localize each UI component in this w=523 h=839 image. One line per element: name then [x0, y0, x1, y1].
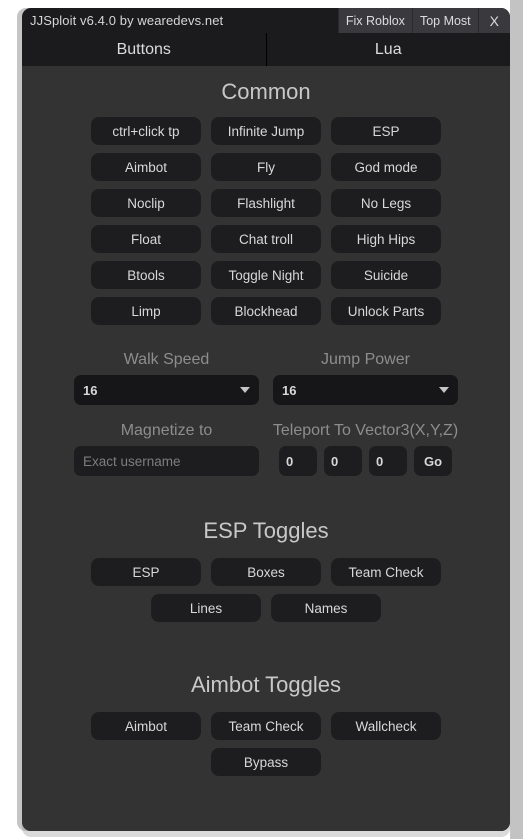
common-row-1: ctrl+click tp Infinite Jump ESP	[22, 117, 510, 145]
button-limp[interactable]: Limp	[91, 297, 201, 325]
esp-toggle-names[interactable]: Names	[271, 594, 381, 622]
aimbot-toggle-aimbot[interactable]: Aimbot	[91, 712, 201, 740]
walk-speed-select[interactable]: 16	[74, 375, 259, 405]
button-unlock-parts[interactable]: Unlock Parts	[331, 297, 441, 325]
teleport-x-input[interactable]	[279, 446, 317, 476]
section-title-aimbot-toggles: Aimbot Toggles	[190, 672, 341, 697]
teleport-vector-group: Go	[279, 446, 452, 476]
jump-power-label: Jump Power	[321, 351, 410, 368]
button-toggle-night[interactable]: Toggle Night	[211, 261, 321, 289]
common-row-3: Noclip Flashlight No Legs	[22, 189, 510, 217]
esp-toggle-lines[interactable]: Lines	[151, 594, 261, 622]
tab-lua[interactable]: Lua	[265, 33, 510, 66]
fix-roblox-button[interactable]: Fix Roblox	[337, 8, 412, 33]
button-btools[interactable]: Btools	[91, 261, 201, 289]
tab-content-buttons: Common ctrl+click tp Infinite Jump ESP A…	[22, 66, 510, 831]
button-infinite-jump[interactable]: Infinite Jump	[211, 117, 321, 145]
esp-row-1: ESP Boxes Team Check	[22, 558, 510, 586]
aimbot-toggle-bypass[interactable]: Bypass	[211, 748, 321, 776]
chevron-down-icon	[439, 387, 449, 393]
aimbot-toggle-team-check[interactable]: Team Check	[211, 712, 321, 740]
button-no-legs[interactable]: No Legs	[331, 189, 441, 217]
chevron-down-icon	[240, 387, 250, 393]
button-ctrl-click-tp[interactable]: ctrl+click tp	[91, 117, 201, 145]
magnetize-input[interactable]	[74, 446, 259, 476]
button-blockhead[interactable]: Blockhead	[211, 297, 321, 325]
top-most-button[interactable]: Top Most	[411, 8, 478, 33]
common-row-4: Float Chat troll High Hips	[22, 225, 510, 253]
walk-speed-field: Walk Speed 16	[74, 351, 259, 405]
section-title-esp-toggles: ESP Toggles	[203, 518, 329, 543]
teleport-field: Teleport To Vector3(X,Y,Z) Go	[273, 422, 458, 476]
aimbot-row-1: Aimbot Team Check Wallcheck	[22, 712, 510, 740]
button-god-mode[interactable]: God mode	[331, 153, 441, 181]
page-scrollbar-thumb[interactable]	[510, 0, 523, 839]
close-button[interactable]: X	[477, 8, 510, 33]
magnetize-label: Magnetize to	[120, 422, 213, 439]
page-scrollbar[interactable]	[510, 0, 523, 839]
button-high-hips[interactable]: High Hips	[331, 225, 441, 253]
desktop-background: JJSploit v6.4.0 by wearedevs.net Fix Rob…	[0, 0, 523, 839]
magnetize-field: Magnetize to	[74, 422, 259, 476]
teleport-go-button[interactable]: Go	[414, 446, 452, 476]
button-flashlight[interactable]: Flashlight	[211, 189, 321, 217]
teleport-label: Teleport To Vector3(X,Y,Z)	[272, 422, 459, 439]
tab-bar: Buttons Lua	[22, 33, 510, 66]
jjsploit-window: JJSploit v6.4.0 by wearedevs.net Fix Rob…	[22, 8, 510, 831]
button-esp[interactable]: ESP	[331, 117, 441, 145]
common-row-5: Btools Toggle Night Suicide	[22, 261, 510, 289]
esp-toggle-boxes[interactable]: Boxes	[211, 558, 321, 586]
teleport-z-input[interactable]	[369, 446, 407, 476]
window-title: JJSploit v6.4.0 by wearedevs.net	[30, 13, 224, 28]
common-row-6: Limp Blockhead Unlock Parts	[22, 297, 510, 325]
button-fly[interactable]: Fly	[211, 153, 321, 181]
button-suicide[interactable]: Suicide	[331, 261, 441, 289]
window-titlebar[interactable]: JJSploit v6.4.0 by wearedevs.net Fix Rob…	[22, 8, 510, 33]
walk-speed-label: Walk Speed	[123, 351, 210, 368]
teleport-y-input[interactable]	[324, 446, 362, 476]
aimbot-toggle-wallcheck[interactable]: Wallcheck	[331, 712, 441, 740]
esp-row-2: Lines Names	[22, 594, 510, 622]
teleport-fields-row: Magnetize to Teleport To Vector3(X,Y,Z) …	[22, 422, 510, 476]
section-title-common: Common	[221, 79, 311, 104]
jump-power-value: 16	[282, 382, 297, 398]
walk-speed-value: 16	[83, 382, 98, 398]
button-aimbot[interactable]: Aimbot	[91, 153, 201, 181]
jump-power-field: Jump Power 16	[273, 351, 458, 405]
stats-fields-row: Walk Speed 16 Jump Power 16	[22, 351, 510, 405]
aimbot-row-2: Bypass	[22, 748, 510, 776]
esp-toggle-esp[interactable]: ESP	[91, 558, 201, 586]
tab-buttons[interactable]: Buttons	[22, 33, 266, 66]
jump-power-select[interactable]: 16	[273, 375, 458, 405]
esp-toggle-team-check[interactable]: Team Check	[331, 558, 441, 586]
common-row-2: Aimbot Fly God mode	[22, 153, 510, 181]
button-chat-troll[interactable]: Chat troll	[211, 225, 321, 253]
button-float[interactable]: Float	[91, 225, 201, 253]
button-noclip[interactable]: Noclip	[91, 189, 201, 217]
